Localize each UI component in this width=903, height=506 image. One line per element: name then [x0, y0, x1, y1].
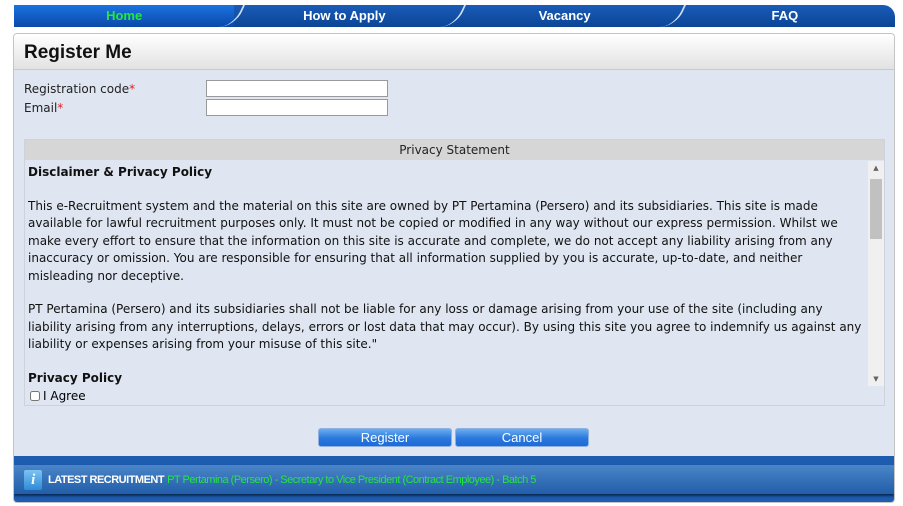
- privacy-text-area[interactable]: Disclaimer & Privacy Policy This e-Recru…: [25, 161, 868, 386]
- liability-paragraph: PT Pertamina (Persero) and its subsidiar…: [28, 302, 862, 351]
- scrollbar-thumb[interactable]: [870, 179, 882, 239]
- tab-vacancy[interactable]: Vacancy: [455, 5, 675, 27]
- register-button[interactable]: Register: [318, 428, 452, 447]
- tab-faq[interactable]: FAQ: [675, 5, 895, 27]
- registration-code-input[interactable]: [206, 80, 388, 97]
- page-title: Register Me: [14, 34, 894, 70]
- latest-recruitment-link[interactable]: PT Pertamina (Persero) - Secretary to Vi…: [167, 474, 536, 486]
- scroll-down-icon[interactable]: ▼: [868, 375, 884, 383]
- registration-code-label: Registration code*: [24, 82, 136, 96]
- tab-home[interactable]: Home: [14, 5, 235, 27]
- tab-label: FAQ: [771, 8, 799, 23]
- latest-recruitment-label: LATEST RECRUITMENT: [48, 473, 165, 486]
- disclaimer-heading: Disclaimer & Privacy Policy: [28, 165, 213, 179]
- email-input[interactable]: [206, 99, 388, 116]
- scroll-up-icon[interactable]: ▲: [868, 164, 884, 172]
- tab-label: Vacancy: [538, 8, 591, 23]
- agree-label: I Agree: [43, 389, 86, 403]
- tab-label: Home: [106, 8, 143, 23]
- tab-label: How to Apply: [303, 8, 386, 23]
- disclaimer-paragraph: This e-Recruitment system and the materi…: [28, 198, 838, 283]
- register-panel: Register Me Registration code* Email* Pr…: [13, 33, 895, 503]
- privacy-scrollbar[interactable]: ▲ ▼: [868, 161, 884, 386]
- info-icon: i: [24, 469, 42, 490]
- footer: i LATEST RECRUITMENT PT Pertamina (Perse…: [14, 456, 894, 502]
- agree-checkbox-row[interactable]: I Agree: [30, 389, 86, 403]
- latest-recruitment-ticker: i LATEST RECRUITMENT PT Pertamina (Perse…: [14, 465, 894, 494]
- privacy-policy-heading: Privacy Policy: [28, 370, 123, 385]
- privacy-statement-box: Privacy Statement Disclaimer & Privacy P…: [24, 139, 885, 406]
- email-label: Email*: [24, 101, 64, 115]
- cancel-button[interactable]: Cancel: [455, 428, 589, 447]
- tab-how-to-apply[interactable]: How to Apply: [234, 5, 454, 27]
- main-nav: Home How to Apply Vacancy FAQ: [14, 5, 895, 27]
- privacy-statement-header: Privacy Statement: [25, 140, 884, 160]
- agree-checkbox[interactable]: [30, 391, 40, 401]
